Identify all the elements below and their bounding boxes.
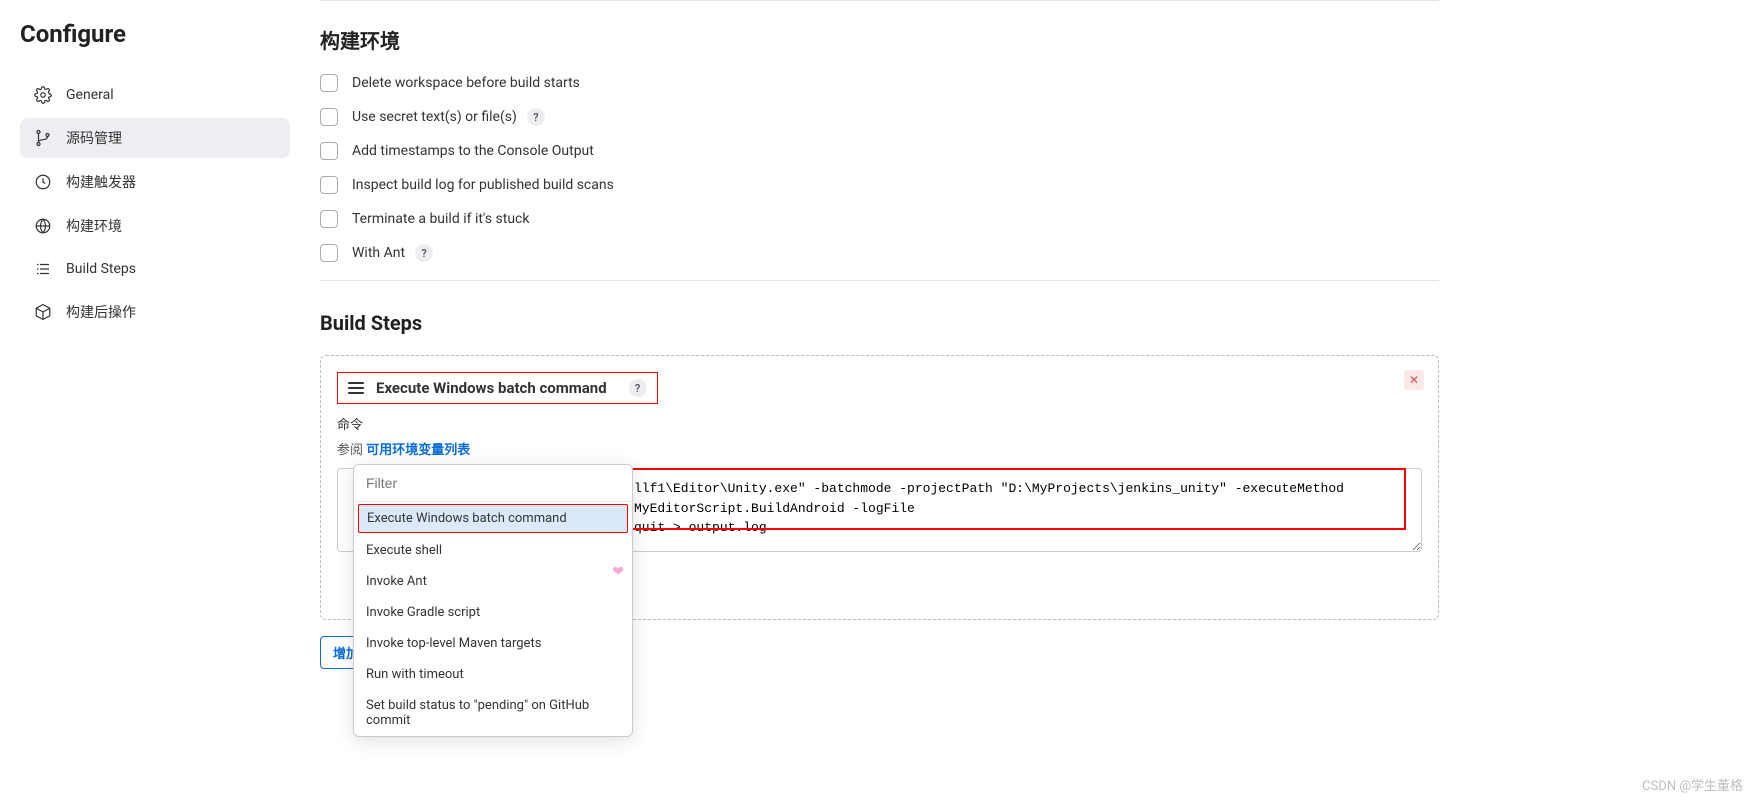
env-vars-link[interactable]: 可用环境变量列表 [366,443,470,458]
main-content: 构建环境 Delete workspace before build start… [300,0,1759,709]
watermark: CSDN @学生董格 [1642,775,1743,794]
list-icon [34,260,52,278]
sidebar-item-build-triggers[interactable]: 构建触发器 [20,162,290,202]
clock-icon [34,173,52,191]
globe-icon [34,217,52,235]
env-option-label: Add timestamps to the Console Output [352,143,594,159]
build-step-card: Execute Windows batch command ? ✕ 命令 参阅 … [320,355,1439,620]
env-option-label: Use secret text(s) or file(s) [352,109,517,125]
page-title: Configure [20,20,290,48]
close-icon[interactable]: ✕ [1404,370,1424,390]
env-option-label: With Ant [352,245,405,261]
checkbox-icon[interactable] [320,142,338,160]
env-option-with-ant[interactable]: With Ant ? [320,244,1439,262]
dropdown-item-execute-windows-batch[interactable]: Execute Windows batch command [358,504,628,533]
env-option-label: Delete workspace before build starts [352,75,580,91]
sidebar-item-build-steps[interactable]: Build Steps [20,250,290,288]
branch-icon [34,129,52,147]
sidebar-item-label: 构建触发器 [66,172,136,192]
env-option-terminate-stuck[interactable]: Terminate a build if it's stuck [320,210,1439,228]
step-header: Execute Windows batch command ? [337,372,658,404]
dropdown-item-run-with-timeout[interactable]: Run with timeout [354,659,632,690]
sidebar-item-general[interactable]: General [20,76,290,114]
sidebar-item-label: 源码管理 [66,128,122,148]
build-steps-heading: Build Steps [320,311,1439,335]
help-icon[interactable]: ? [527,108,545,126]
dropdown-filter-input[interactable] [354,465,632,502]
sidebar-item-label: General [66,87,114,103]
drag-handle-icon[interactable] [348,382,364,394]
help-icon[interactable]: ? [415,244,433,262]
checkbox-icon[interactable] [320,74,338,92]
env-option-use-secret[interactable]: Use secret text(s) or file(s) ? [320,108,1439,126]
dropdown-item-execute-shell[interactable]: Execute shell [354,535,632,566]
sidebar-item-build-environment[interactable]: 构建环境 [20,206,290,246]
env-option-label: Terminate a build if it's stuck [352,211,529,227]
dropdown-item-invoke-gradle[interactable]: Invoke Gradle script [354,597,632,628]
checkbox-icon[interactable] [320,108,338,126]
configure-sidebar: Configure General 源码管理 构建触发器 构建环境 [0,0,300,709]
checkbox-icon[interactable] [320,176,338,194]
command-area: Execute Windows batch command Execute sh… [337,468,1422,556]
dropdown-item-invoke-maven[interactable]: Invoke top-level Maven targets [354,628,632,659]
package-icon [34,303,52,321]
sidebar-item-post-build-actions[interactable]: 构建后操作 [20,292,290,332]
env-option-inspect-log[interactable]: Inspect build log for published build sc… [320,176,1439,194]
checkbox-icon[interactable] [320,210,338,228]
env-option-timestamps[interactable]: Add timestamps to the Console Output [320,142,1439,160]
command-help-text: 参阅 可用环境变量列表 [337,439,1422,458]
step-title: Execute Windows batch command [376,379,607,397]
checkbox-icon[interactable] [320,244,338,262]
divider [320,0,1439,1]
command-label: 命令 [337,414,1422,433]
sidebar-item-label: 构建环境 [66,216,122,236]
dropdown-item-github-pending[interactable]: Set build status to "pending" on GitHub … [354,690,632,736]
help-icon[interactable]: ? [629,379,647,397]
sidebar-item-source-code-management[interactable]: 源码管理 [20,118,290,158]
divider [320,280,1439,281]
gear-icon [34,86,52,104]
build-environment-heading: 构建环境 [320,25,1439,54]
heart-icon: ❤ [612,564,624,580]
dropdown-item-invoke-ant[interactable]: Invoke Ant [354,566,632,597]
add-step-dropdown: Execute Windows batch command Execute sh… [353,464,633,737]
env-option-delete-workspace[interactable]: Delete workspace before build starts [320,74,1439,92]
sidebar-item-label: 构建后操作 [66,302,136,322]
env-option-label: Inspect build log for published build sc… [352,177,614,193]
sidebar-item-label: Build Steps [66,261,136,277]
see-prefix: 参阅 [337,443,366,458]
